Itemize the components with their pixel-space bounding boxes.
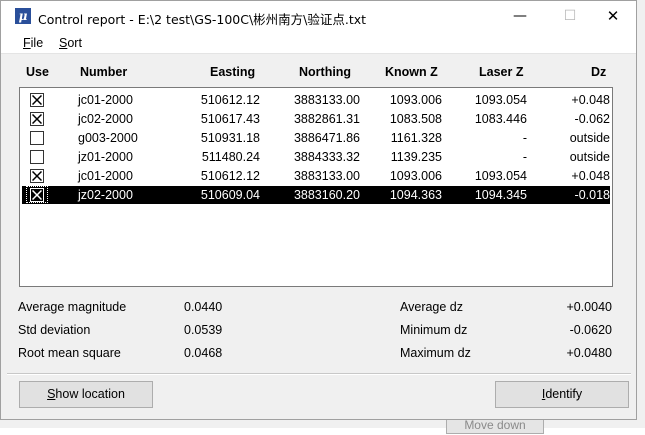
- cell-laser-z: -: [522, 131, 527, 145]
- rms-value: 0.0468: [184, 346, 223, 360]
- cell-known-z: 1139.235: [390, 150, 442, 164]
- cell-dz: outside: [569, 150, 610, 164]
- cell-number: jc01-2000: [78, 169, 133, 183]
- cell-known-z: 1094.363: [389, 188, 442, 202]
- control-report-dialog: μ Control report - E:\2 test\GS-100C\彬州南…: [0, 0, 637, 420]
- average-dz-value: +0.0040: [566, 300, 612, 314]
- cell-easting: 510617.43: [200, 112, 260, 126]
- table-row[interactable]: g003-2000 510931.18 3886471.86 1161.328 - out…: [22, 129, 610, 147]
- focus-rectangle: [26, 186, 48, 203]
- cell-number: jc02-2000: [78, 112, 133, 126]
- minimize-icon[interactable]: —: [497, 1, 543, 32]
- use-checkbox[interactable]: [30, 169, 44, 183]
- window-title: Control report - E:\2 test\GS-100C\彬州南方\…: [38, 12, 367, 27]
- check-mark-icon: [32, 95, 42, 105]
- col-header-number: Number: [80, 65, 128, 79]
- app-icon: μ: [15, 8, 31, 24]
- rms-label: Root mean square: [18, 346, 121, 360]
- col-header-dz: Dz: [591, 65, 607, 79]
- col-header-known-z: Known Z: [385, 65, 438, 79]
- background-window-edge: [636, 0, 645, 428]
- average-magnitude-value: 0.0440: [184, 300, 223, 314]
- close-icon[interactable]: ✕: [590, 1, 636, 32]
- use-checkbox[interactable]: [30, 131, 44, 145]
- check-mark-icon: [32, 171, 42, 181]
- cell-number: jc01-2000: [78, 93, 133, 107]
- use-checkbox[interactable]: [30, 93, 44, 107]
- cell-northing: 3883133.00: [293, 169, 360, 183]
- menu-sort[interactable]: Sort: [59, 36, 82, 50]
- col-header-laser-z: Laser Z: [479, 65, 524, 79]
- cell-known-z: 1093.006: [389, 93, 442, 107]
- cell-northing: 3884333.32: [293, 150, 360, 164]
- col-header-easting: Easting: [210, 65, 256, 79]
- cell-laser-z: -: [522, 150, 527, 164]
- check-mark-icon: [32, 114, 42, 124]
- cell-number: jz02-2000: [78, 188, 133, 202]
- menu-file[interactable]: File: [23, 36, 43, 50]
- cell-laser-z: 1093.054: [474, 169, 527, 183]
- cell-northing: 3883133.00: [293, 93, 360, 107]
- use-checkbox[interactable]: [30, 150, 44, 164]
- cell-easting: 511480.24: [201, 150, 260, 164]
- title-bar[interactable]: μ Control report - E:\2 test\GS-100C\彬州南…: [1, 1, 636, 32]
- col-header-use: Use: [26, 65, 49, 79]
- background-window-edge-bottom: [0, 419, 645, 428]
- table-row[interactable]: jc01-2000 510612.12 3883133.00 1093.006 1093…: [22, 167, 610, 185]
- cell-dz: -0.062: [574, 112, 610, 126]
- std-deviation-value: 0.0539: [184, 323, 223, 337]
- cell-easting: 510609.04: [200, 188, 260, 202]
- cell-easting: 510612.12: [200, 93, 260, 107]
- minimum-dz-label: Minimum dz: [400, 323, 468, 337]
- table-row[interactable]: jz02-2000 510609.04 3883160.20 1094.363 1094…: [22, 186, 610, 204]
- maximum-dz-value: +0.0480: [566, 346, 612, 360]
- cell-dz: outside: [569, 131, 610, 145]
- identify-button[interactable]: Identify: [495, 381, 629, 408]
- cell-number: g003-2000: [78, 131, 138, 145]
- cell-laser-z: 1094.345: [474, 188, 527, 202]
- cell-laser-z: 1093.054: [474, 93, 527, 107]
- use-checkbox[interactable]: [30, 112, 44, 126]
- table-row[interactable]: jc02-2000 510617.43 3882861.31 1083.508 1083…: [22, 110, 610, 128]
- col-header-northing: Northing: [299, 65, 352, 79]
- column-headers: Use Number Easting Northing Known Z Lase…: [1, 65, 636, 83]
- table-row[interactable]: jz01-2000 511480.24 3884333.32 1139.235 - out…: [22, 148, 610, 166]
- divider: [7, 373, 631, 375]
- std-deviation-label: Std deviation: [18, 323, 91, 337]
- average-magnitude-label: Average magnitude: [18, 300, 127, 314]
- cell-dz: +0.048: [571, 169, 610, 183]
- control-points-list[interactable]: jc01-2000 510612.12 3883133.00 1093.006 1093…: [19, 87, 613, 287]
- cell-known-z: 1083.508: [389, 112, 442, 126]
- maximize-icon: ☐: [563, 8, 577, 24]
- cell-northing: 3886471.86: [293, 131, 360, 145]
- cell-known-z: 1161.328: [390, 131, 442, 145]
- cell-number: jz01-2000: [78, 150, 133, 164]
- cell-northing: 3882861.31: [293, 112, 360, 126]
- cell-easting: 510931.18: [200, 131, 260, 145]
- cell-northing: 3883160.20: [293, 188, 360, 202]
- cell-dz: -0.018: [574, 188, 610, 202]
- menu-bar: File Sort: [1, 32, 636, 54]
- cell-dz: +0.048: [571, 93, 610, 107]
- table-row[interactable]: jc01-2000 510612.12 3883133.00 1093.006 1093…: [22, 91, 610, 109]
- cell-laser-z: 1083.446: [474, 112, 527, 126]
- show-location-button[interactable]: Show location: [19, 381, 153, 408]
- cell-easting: 510612.12: [200, 169, 260, 183]
- maximum-dz-label: Maximum dz: [400, 346, 471, 360]
- minimum-dz-value: -0.0620: [569, 323, 612, 337]
- average-dz-label: Average dz: [400, 300, 464, 314]
- cell-known-z: 1093.006: [389, 169, 442, 183]
